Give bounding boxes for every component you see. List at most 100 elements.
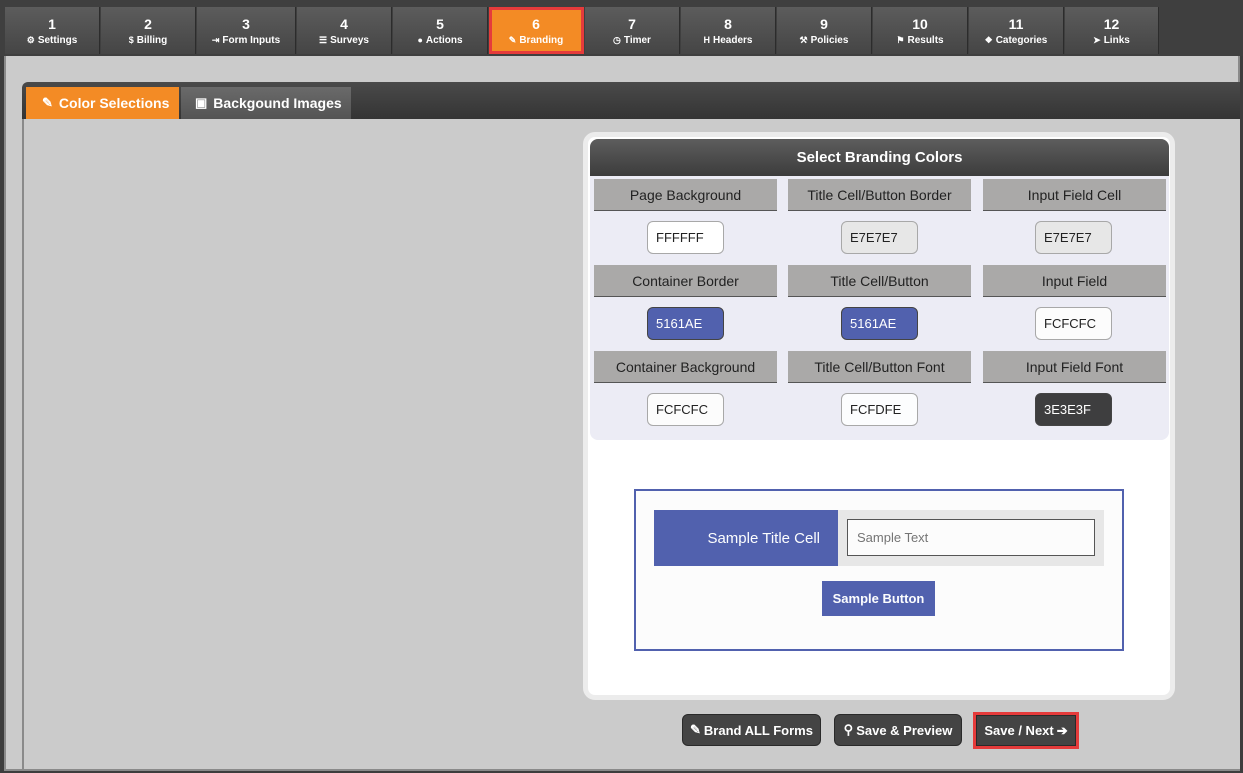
color-field-label: Input Field <box>983 265 1166 297</box>
step-label: Settings <box>37 35 78 46</box>
step-label-wrap: ☰ Surveys <box>297 33 391 48</box>
brand-all-forms-label: Brand ALL Forms <box>703 722 813 738</box>
step-results[interactable]: 10 ⚑ Results <box>873 7 968 54</box>
color-picker-input[interactable]: FCFCFC <box>1035 307 1112 340</box>
step-label: Results <box>907 35 944 46</box>
header-icon: H <box>703 35 711 45</box>
step-label-wrap: H Headers <box>681 33 775 48</box>
step-number: 3 <box>242 16 250 32</box>
step-settings[interactable]: 1 ⚙ Settings <box>5 7 100 54</box>
step-categories[interactable]: 11 ❖ Categories <box>969 7 1064 54</box>
step-number: 12 <box>1103 16 1120 32</box>
save-preview-button[interactable]: ⚲ Save & Preview <box>834 714 962 746</box>
step-label: Links <box>1103 35 1130 46</box>
save-preview-label: Save & Preview <box>856 722 953 738</box>
step-label-wrap: ⚙ Settings <box>5 33 99 48</box>
step-label-wrap: ⚑ Results <box>873 33 967 48</box>
step-timer[interactable]: 7 ◷ Timer <box>585 7 680 54</box>
color-picker-input[interactable]: 3E3E3F <box>1035 393 1112 426</box>
step-number: 4 <box>340 16 348 32</box>
step-billing[interactable]: 2 $ Billing <box>101 7 196 54</box>
step-number: 10 <box>912 16 928 32</box>
step-headers[interactable]: 8 H Headers <box>681 7 776 54</box>
color-field-label: Title Cell/Button Font <box>788 351 971 383</box>
cubes-icon: ❖ <box>984 35 993 45</box>
color-picker-input[interactable]: 5161AE <box>647 307 724 340</box>
brush-icon: ✎ <box>690 722 701 737</box>
panel-title: Select Branding Colors <box>590 139 1169 176</box>
dollar-icon: $ <box>128 35 134 45</box>
user-icon: ● <box>417 35 423 45</box>
color-picker-input[interactable]: FCFDFE <box>841 393 918 426</box>
color-field-label: Title Cell/Button Border <box>788 179 971 211</box>
brush-icon: ✎ <box>42 95 53 110</box>
color-field-label: Container Background <box>594 351 777 383</box>
step-label: Actions <box>425 35 463 46</box>
step-label-wrap: ● Actions <box>393 33 487 48</box>
color-field-label: Page Background <box>594 179 777 211</box>
tab-color-selections[interactable]: ✎ Color Selections <box>26 87 179 119</box>
pointer-icon: ➤ <box>1093 35 1101 45</box>
step-form-inputs[interactable]: 3 ⇥ Form Inputs <box>197 7 296 54</box>
sample-row: Sample Title Cell <box>654 510 1104 566</box>
tab-background-images-label: Backgound Images <box>213 95 342 111</box>
branding-panel: Select Branding Colors Page Background FF… <box>583 132 1175 700</box>
arrow-circle-right-icon: ➔ <box>1056 722 1068 738</box>
sample-input[interactable] <box>847 519 1095 556</box>
gavel-icon: ⚒ <box>799 35 808 45</box>
tab-bar: ✎ Color Selections ▣ Backgound Images <box>22 82 1240 119</box>
sample-container: Sample Title Cell Sample Button <box>634 489 1124 651</box>
step-number: 5 <box>436 16 444 32</box>
step-label: Branding <box>519 35 564 46</box>
step-label: Policies <box>810 35 849 46</box>
step-links[interactable]: 12 ➤ Links <box>1065 7 1159 54</box>
step-number: 7 <box>628 16 636 32</box>
color-picker-input[interactable]: E7E7E7 <box>1035 221 1112 254</box>
step-label-wrap: ⇥ Form Inputs <box>197 33 295 48</box>
save-next-label: Save / Next <box>984 723 1054 738</box>
step-number: 8 <box>724 16 732 32</box>
sign-in-icon: ⇥ <box>211 35 220 45</box>
flag-icon: ⚑ <box>896 35 905 45</box>
step-policies[interactable]: 9 ⚒ Policies <box>777 7 872 54</box>
gear-icon: ⚙ <box>26 35 35 45</box>
color-picker-input[interactable]: 5161AE <box>841 307 918 340</box>
step-label: Headers <box>713 35 753 46</box>
color-picker-input[interactable]: E7E7E7 <box>841 221 918 254</box>
color-field-label: Input Field Cell <box>983 179 1166 211</box>
step-number: 11 <box>1008 16 1024 32</box>
step-label: Surveys <box>330 35 369 46</box>
color-grid: Page Background FFFFFF Title Cell/Button B… <box>590 176 1169 440</box>
step-label: Form Inputs <box>222 35 281 46</box>
step-label-wrap: ❖ Categories <box>969 33 1063 48</box>
step-actions[interactable]: 5 ● Actions <box>393 7 488 54</box>
color-picker-input[interactable]: FFFFFF <box>647 221 724 254</box>
image-icon: ▣ <box>195 95 208 110</box>
step-label-wrap: ✎ Branding <box>489 33 583 48</box>
step-label: Categories <box>995 35 1048 46</box>
sample-title-cell: Sample Title Cell <box>654 510 838 566</box>
brush-icon: ✎ <box>508 35 517 45</box>
step-navigation: 1 ⚙ Settings 2 $ Billing 3 ⇥ Form Inputs 4 ☰ Survey… <box>0 0 1243 56</box>
step-label-wrap: ➤ Links <box>1065 33 1158 48</box>
tab-background-images[interactable]: ▣ Backgound Images <box>181 87 351 119</box>
step-label: Billing <box>136 35 168 46</box>
step-label: Timer <box>623 35 651 46</box>
search-icon: ⚲ <box>843 722 854 737</box>
step-number: 9 <box>820 16 828 32</box>
color-field-label: Input Field Font <box>983 351 1166 383</box>
color-field-label: Title Cell/Button <box>788 265 971 297</box>
clock-icon: ◷ <box>613 35 621 45</box>
step-label-wrap: $ Billing <box>101 33 195 48</box>
step-branding[interactable]: 6 ✎ Branding <box>489 7 584 54</box>
save-next-button[interactable]: Save / Next ➔ <box>973 712 1079 749</box>
step-label-wrap: ⚒ Policies <box>777 33 871 48</box>
step-number: 2 <box>144 16 152 32</box>
step-surveys[interactable]: 4 ☰ Surveys <box>297 7 392 54</box>
sample-button[interactable]: Sample Button <box>822 581 935 616</box>
brand-all-forms-button[interactable]: ✎ Brand ALL Forms <box>682 714 821 746</box>
color-picker-input[interactable]: FCFCFC <box>647 393 724 426</box>
list-icon: ☰ <box>319 35 328 45</box>
step-number: 6 <box>532 16 540 32</box>
step-label-wrap: ◷ Timer <box>585 33 679 48</box>
